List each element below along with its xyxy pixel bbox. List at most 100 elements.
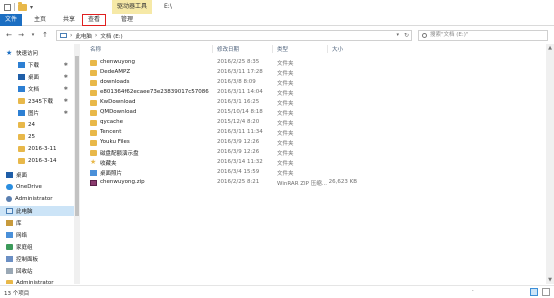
sidebar-item[interactable]: OneDrive xyxy=(0,182,74,192)
file-row[interactable]: qycache 2015/12/4 8:20 文件夹 xyxy=(82,118,542,128)
sidebar-item[interactable]: 24 xyxy=(0,120,74,130)
column-divider[interactable] xyxy=(212,45,213,53)
forward-arrow-icon[interactable]: → xyxy=(16,30,26,40)
title-bar: ▾ 驱动器工具 E:\ xyxy=(0,0,554,14)
file-row[interactable]: KwDownload 2016/3/1 16:25 文件夹 xyxy=(82,98,542,108)
sidebar-scrollbar[interactable] xyxy=(74,44,80,284)
column-divider[interactable] xyxy=(272,45,273,53)
navigation-pane: ★ 快速访问 下载 ✱ 桌面 ✱ 文档 ✱ 2345下载 ✱ 图片 ✱ 24 25 2016-3-11 201… xyxy=(0,44,80,284)
scroll-up-icon[interactable]: ▲ xyxy=(546,44,554,52)
details-view-icon[interactable] xyxy=(530,288,538,296)
search-icon xyxy=(422,33,427,38)
tab-view[interactable]: 查看 xyxy=(82,14,106,26)
chevron-down-icon[interactable]: ▾ xyxy=(30,4,33,11)
file-name: chenwuyong xyxy=(100,59,135,65)
refresh-icon[interactable]: ↻ xyxy=(404,31,409,40)
sidebar-item-label: OneDrive xyxy=(16,184,42,190)
new-folder-icon[interactable] xyxy=(18,1,27,11)
pc-icon xyxy=(6,208,13,214)
sidebar-item[interactable]: Administrator xyxy=(0,194,74,204)
sidebar-item[interactable]: 桌面 xyxy=(0,170,74,180)
pin-icon[interactable]: ✱ xyxy=(64,98,68,104)
sidebar-item[interactable]: 此电脑 xyxy=(0,206,74,216)
file-name: Youku Files xyxy=(100,139,130,145)
file-date: 2016/3/4 15:59 xyxy=(217,169,260,175)
file-row[interactable]: 桌面照片 2016/3/4 15:59 文件夹 xyxy=(82,168,542,178)
sidebar-item[interactable]: 家庭组 xyxy=(0,242,74,252)
sidebar-item[interactable]: 控制面板 xyxy=(0,254,74,264)
sidebar-item[interactable]: 下载 ✱ xyxy=(0,60,74,70)
breadcrumb-item[interactable]: 文档 (E:) xyxy=(100,32,122,40)
file-row[interactable]: DedeAMPZ 2016/3/11 17:28 文件夹 xyxy=(82,68,542,78)
pin-icon[interactable]: ✱ xyxy=(64,74,68,80)
tab-share[interactable]: 共享 xyxy=(58,14,80,26)
vertical-scrollbar[interactable]: ▲ ▼ xyxy=(546,44,554,284)
folder-icon xyxy=(90,130,97,136)
sidebar-item-label: 2016-3-11 xyxy=(28,146,57,152)
recycle-bin-icon xyxy=(6,268,13,274)
file-row[interactable]: Youku Files 2016/3/9 12:26 文件夹 xyxy=(82,138,542,148)
tab-file[interactable]: 文件 xyxy=(0,14,22,26)
sidebar-item[interactable]: ★ 快速访问 xyxy=(0,48,74,58)
scroll-down-icon[interactable]: ▼ xyxy=(546,276,554,284)
tab-home[interactable]: 主页 xyxy=(30,14,50,26)
sidebar-item[interactable]: 库 xyxy=(0,218,74,228)
column-date[interactable]: 修改日期 xyxy=(217,45,239,53)
control-panel-icon xyxy=(6,256,13,262)
address-dropdown-icon[interactable]: ▾ xyxy=(396,31,399,40)
address-bar[interactable]: › 此电脑 › 文档 (E:) ▾ ↻ xyxy=(56,30,412,41)
column-type[interactable]: 类型 xyxy=(277,45,288,53)
file-row[interactable]: e801364f62ecaee73e23839017c57086 2016/3/1… xyxy=(82,88,542,98)
recent-locations-icon[interactable]: ▾ xyxy=(28,30,38,40)
sidebar-item[interactable]: 2016-3-11 xyxy=(0,144,74,154)
column-divider[interactable] xyxy=(327,45,328,53)
folder-icon xyxy=(90,70,97,76)
sidebar-item[interactable]: 25 xyxy=(0,132,74,142)
sidebar-item[interactable]: 2345下载 ✱ xyxy=(0,96,74,106)
scrollbar-thumb[interactable] xyxy=(75,56,79,216)
file-row[interactable]: Tencent 2016/3/11 11:34 文件夹 xyxy=(82,128,542,138)
column-name[interactable]: 名称 xyxy=(90,45,101,53)
homegroup-icon xyxy=(6,244,13,250)
file-name: 磁盘配额演示盘 xyxy=(100,151,139,157)
breadcrumb-item[interactable]: 此电脑 xyxy=(75,32,92,40)
sidebar-item[interactable]: 文档 ✱ xyxy=(0,84,74,94)
file-row[interactable]: chenwuyong.zip 2016/2/25 8:21 WinRAR ZIP 压… xyxy=(82,178,542,188)
sidebar-item[interactable]: 图片 ✱ xyxy=(0,108,74,118)
document-icon xyxy=(18,86,25,92)
breadcrumb-separator: › xyxy=(94,32,98,39)
folder-icon xyxy=(6,280,13,284)
large-icons-view-icon[interactable] xyxy=(542,288,550,296)
status-bar: 13 个项目 . xyxy=(0,285,554,298)
file-row[interactable]: 磁盘配额演示盘 2016/3/9 12:26 文件夹 xyxy=(82,148,542,158)
file-type: 文件夹 xyxy=(277,71,294,77)
file-date: 2016/3/8 8:09 xyxy=(217,79,256,85)
sidebar-item[interactable]: Administrator xyxy=(0,278,74,284)
sidebar-item-label: 25 xyxy=(28,134,35,140)
pin-icon[interactable]: ✱ xyxy=(64,110,68,116)
file-type: 文件夹 xyxy=(277,141,294,147)
sidebar-item[interactable]: 网络 xyxy=(0,230,74,240)
up-arrow-icon[interactable]: ↑ xyxy=(40,30,50,40)
file-row[interactable]: chenwuyong 2016/2/25 8:35 文件夹 xyxy=(82,58,542,68)
library-icon xyxy=(6,220,13,226)
quick-access-toolbar: ▾ xyxy=(4,1,33,12)
sidebar-item-label: 网络 xyxy=(16,233,28,239)
back-arrow-icon[interactable]: ← xyxy=(4,30,14,40)
sidebar-item[interactable]: 回收站 xyxy=(0,266,74,276)
pc-icon xyxy=(60,33,67,38)
column-size[interactable]: 大小 xyxy=(332,45,343,53)
pin-icon[interactable]: ✱ xyxy=(64,62,68,68)
sidebar-item[interactable]: 桌面 ✱ xyxy=(0,72,74,82)
sidebar-item[interactable]: 2016-3-14 xyxy=(0,156,74,166)
file-name: chenwuyong.zip xyxy=(100,179,145,185)
file-row[interactable]: QMDownload 2015/10/14 8:18 文件夹 xyxy=(82,108,542,118)
file-row[interactable]: ★ 收藏夹 2016/3/14 11:32 文件夹 xyxy=(82,158,542,168)
file-row[interactable]: downloads 2016/3/8 8:09 文件夹 xyxy=(82,78,542,88)
properties-check-icon[interactable] xyxy=(4,3,11,11)
sidebar-item-label: Administrator xyxy=(15,196,53,202)
file-date: 2016/3/14 11:32 xyxy=(217,159,263,165)
pin-icon[interactable]: ✱ xyxy=(64,86,68,92)
tab-manage[interactable]: 管理 xyxy=(116,14,138,26)
search-input[interactable]: 搜索"文档 (E:)" xyxy=(418,30,548,41)
